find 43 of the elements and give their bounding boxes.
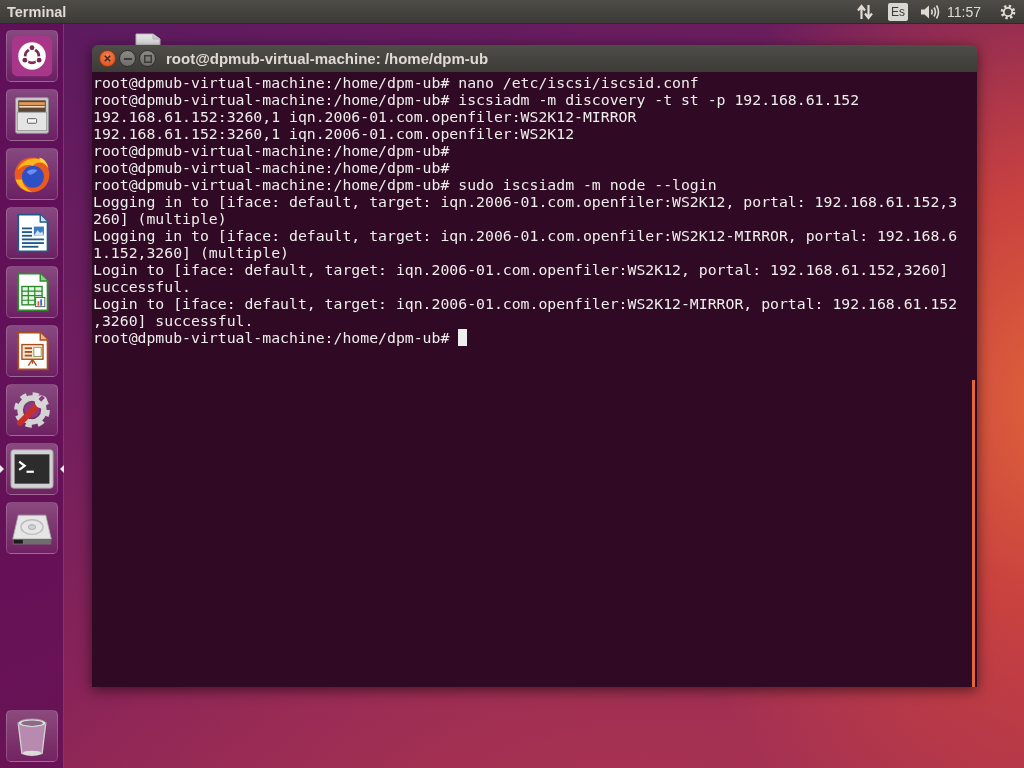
terminal-icon [10,447,54,491]
terminal-line: 192.168.61.152:3260,1 iqn.2006-01.com.openfiler:WS2K12-MIRROR [93,108,637,125]
launcher-item[interactable] [6,384,58,436]
launcher-item[interactable] [6,148,58,200]
close-button[interactable] [99,50,116,67]
terminal-line: 260] (multiple) [93,210,227,227]
terminal-line: root@dpmub-virtual-machine:/home/dpm-ub# [93,142,450,159]
launcher-item[interactable] [6,443,58,495]
circle-logo-icon [10,34,54,78]
launcher-item[interactable] [6,502,58,554]
terminal-line: 192.168.61.152:3260,1 iqn.2006-01.com.openfiler:WS2K12 [93,125,575,142]
launcher-item[interactable] [6,325,58,377]
terminal-line: Logging in to [iface: default, target: iqn.2006-01.com.openfiler:WS2K12, portal: 192.168.61.152,3 [93,193,958,210]
launcher-item[interactable] [6,207,58,259]
terminal-line: root@dpmub-virtual-machine:/home/dpm-ub# iscsiadm -m discovery -t st -p 192.168.61.152 [93,91,860,108]
maximize-icon [143,54,152,63]
launcher-item[interactable] [6,710,58,762]
close-icon [104,55,111,62]
terminal-line: ,3260] successful. [93,312,254,329]
window-title: root@dpmub-virtual-machine: /home/dpm-ub [166,50,489,67]
maximize-button[interactable] [139,50,156,67]
minimize-icon [123,57,132,60]
terminal-line: Login to [iface: default, target: iqn.2006-01.com.openfiler:WS2K12-MIRROR, portal: 192.168.61.152 [93,295,958,312]
clock[interactable]: 11:57 [947,3,981,20]
terminal-line: 1.152,3260] (multiple) [93,244,289,261]
launcher-item[interactable] [6,89,58,141]
launcher-item[interactable] [6,266,58,318]
terminal-line: successful. [93,278,191,295]
app-title: Terminal [7,3,67,20]
terminal-line: root@dpmub-virtual-machine:/home/dpm-ub# [93,329,450,346]
scrollbar-thumb[interactable] [972,380,975,687]
terminal-line: root@dpmub-virtual-machine:/home/dpm-ub# [93,159,450,176]
terminal-line: Login to [iface: default, target: iqn.2006-01.com.openfiler:WS2K12, portal: 192.168.61.152,3260] [93,261,949,278]
file-icon[interactable] [135,33,161,45]
terminal-line: root@dpmub-virtual-machine:/home/dpm-ub# nano /etc/iscsi/iscsid.conf [93,74,699,91]
speaker-icon[interactable] [920,3,940,20]
minimize-button[interactable] [119,50,136,67]
terminal-line: root@dpmub-virtual-machine:/home/dpm-ub# sudo iscsiadm -m node --login [93,176,717,193]
launcher-item[interactable] [6,30,58,82]
up-down-arrows-icon[interactable] [857,3,873,20]
gear-icon[interactable] [1000,3,1016,20]
keyboard-layout-indicator[interactable]: Es [888,2,908,21]
terminal-line: Logging in to [iface: default, target: iqn.2006-01.com.openfiler:WS2K12-MIRROR, portal: 192.168.6 [93,227,958,244]
